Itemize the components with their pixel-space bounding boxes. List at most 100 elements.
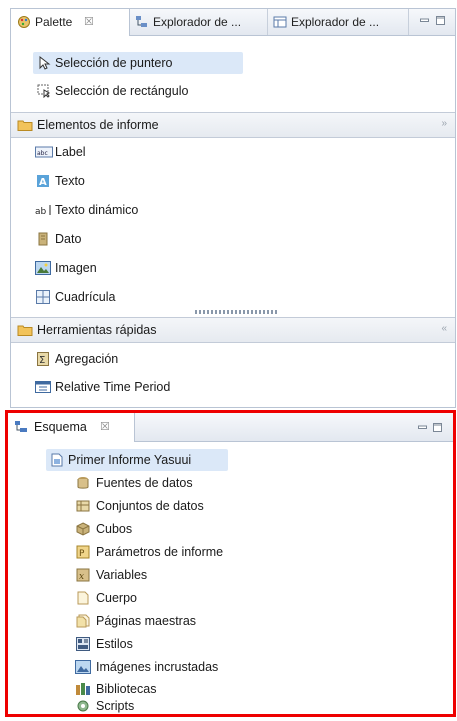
collapse-icon[interactable]: » <box>441 118 447 129</box>
outline-view: Esquema ☒ Primer Informe Yasuui Fuentes … <box>5 410 456 717</box>
tab-resource-explorer[interactable]: Explorador de ... <box>268 9 409 35</box>
palette-item-relative-time-period[interactable]: Relative Time Period <box>33 376 253 398</box>
tab-palette[interactable]: Palette ☒ <box>11 9 130 36</box>
data-sources-icon <box>76 476 90 490</box>
outline-item-scripts[interactable]: Scripts <box>74 698 274 714</box>
outline-root-label: Primer Informe Yasuui <box>68 453 192 467</box>
report-icon <box>50 453 64 467</box>
palette-item-text-label: Texto <box>55 174 85 188</box>
resize-handle[interactable] <box>195 310 279 314</box>
image-icon <box>35 261 51 275</box>
palette-item-dynamic-text[interactable]: ab Texto dinámico <box>33 199 233 221</box>
palette-item-image-label: Imagen <box>55 261 97 275</box>
palette-item-label[interactable]: abc Label <box>33 141 233 163</box>
tab-outline[interactable]: Esquema ☒ <box>8 413 135 442</box>
label-icon: abc <box>35 145 53 159</box>
section-report-items[interactable]: Elementos de informe » <box>11 112 455 138</box>
outline-item-styles[interactable]: Estilos <box>74 633 274 655</box>
outline-item-data-sources[interactable]: Fuentes de datos <box>74 472 274 494</box>
palette-item-data[interactable]: Dato <box>33 228 233 250</box>
palette-item-label-text: Label <box>55 145 86 159</box>
folder-icon <box>17 118 33 132</box>
outline-item-embedded-images[interactable]: Imágenes incrustadas <box>74 656 294 678</box>
outline-item-label: Cubos <box>96 522 133 536</box>
outline-tab-bar: Esquema ☒ <box>8 413 453 442</box>
outline-item-label: Estilos <box>96 637 133 651</box>
palette-item-relative-time-label: Relative Time Period <box>55 380 171 394</box>
collapse-icon[interactable]: « <box>441 323 447 334</box>
scripts-icon <box>76 699 90 713</box>
svg-text:x: x <box>79 572 84 582</box>
time-period-icon <box>35 380 51 394</box>
section-report-items-title: Elementos de informe <box>37 118 159 132</box>
tab-resource-explorer-label: Explorador de ... <box>291 15 380 29</box>
body-icon <box>77 591 89 605</box>
variables-icon: x <box>76 568 90 582</box>
maximize-icon[interactable] <box>433 421 442 432</box>
tool-pointer-label: Selección de puntero <box>55 56 173 70</box>
pointer-icon <box>37 56 51 70</box>
maximize-icon[interactable] <box>436 14 445 25</box>
dynamic-text-icon: ab <box>35 204 53 216</box>
palette-item-aggregation-label: Agregación <box>55 352 119 366</box>
explorer-icon <box>135 15 149 29</box>
svg-text:P: P <box>79 549 85 559</box>
outline-item-label: Cuerpo <box>96 591 137 605</box>
text-icon: A <box>36 174 50 188</box>
palette-item-image[interactable]: Imagen <box>33 257 233 279</box>
svg-text:A: A <box>39 177 47 188</box>
palette-item-grid[interactable]: Cuadrícula <box>33 286 233 308</box>
folder-icon <box>17 323 33 337</box>
tool-rectangle-selection[interactable]: Selección de rectángulo <box>33 80 253 102</box>
cubes-icon <box>76 522 90 536</box>
tab-palette-label: Palette <box>35 15 73 29</box>
outline-item-data-sets[interactable]: Conjuntos de datos <box>74 495 274 517</box>
outline-item-label: Imágenes incrustadas <box>96 660 219 674</box>
parameters-icon: P <box>76 545 90 559</box>
outline-icon <box>14 420 28 434</box>
outline-item-label: Fuentes de datos <box>96 476 193 490</box>
minimize-icon[interactable] <box>418 421 427 430</box>
tab-data-explorer[interactable]: Explorador de ... <box>130 9 268 35</box>
tab-outline-label: Esquema <box>34 420 87 434</box>
outline-item-report-parameters[interactable]: P Parámetros de informe <box>74 541 294 563</box>
embedded-images-icon <box>75 660 91 674</box>
tab-palette-close[interactable]: ☒ <box>84 9 94 35</box>
svg-text:ab: ab <box>35 207 47 216</box>
outline-item-label: Parámetros de informe <box>96 545 224 559</box>
outline-item-libraries[interactable]: Bibliotecas <box>74 678 274 700</box>
palette-item-aggregation[interactable]: Σ Agregación <box>33 348 233 370</box>
data-icon <box>38 232 48 246</box>
styles-icon <box>76 637 90 651</box>
section-quick-tools-title: Herramientas rápidas <box>37 323 157 337</box>
section-quick-tools[interactable]: Herramientas rápidas « <box>11 317 455 343</box>
master-pages-icon <box>76 614 90 628</box>
outline-item-label: Variables <box>96 568 148 582</box>
outline-item-master-pages[interactable]: Páginas maestras <box>74 610 274 632</box>
rectangle-select-icon <box>37 84 51 98</box>
palette-item-dynamic-text-label: Texto dinámico <box>55 203 139 217</box>
palette-item-data-label: Dato <box>55 232 82 246</box>
palette-view: Palette ☒ Explorador de ... Explorador d… <box>10 8 456 408</box>
outline-item-variables[interactable]: x Variables <box>74 564 274 586</box>
outline-item-label: Bibliotecas <box>96 682 157 696</box>
outline-root-report[interactable]: Primer Informe Yasuui <box>46 449 228 471</box>
outline-item-label: Páginas maestras <box>96 614 197 628</box>
tab-outline-close[interactable]: ☒ <box>100 413 110 442</box>
tool-pointer-selection[interactable]: Selección de puntero <box>33 52 243 74</box>
grid-icon <box>36 290 50 304</box>
svg-text:abc: abc <box>37 150 48 157</box>
palette-item-text[interactable]: A Texto <box>33 170 233 192</box>
outline-item-label: Scripts <box>96 699 135 713</box>
palette-tab-bar: Palette ☒ Explorador de ... Explorador d… <box>11 9 455 36</box>
outline-item-label: Conjuntos de datos <box>96 499 204 513</box>
minimize-icon[interactable] <box>420 14 429 23</box>
palette-icon <box>17 15 31 29</box>
tool-rectangle-label: Selección de rectángulo <box>55 84 189 98</box>
libraries-icon <box>75 682 91 696</box>
svg-text:Σ: Σ <box>39 355 45 366</box>
outline-item-body[interactable]: Cuerpo <box>74 587 274 609</box>
outline-item-cubes[interactable]: Cubos <box>74 518 274 540</box>
data-sets-icon <box>76 499 90 513</box>
explorer-icon <box>273 15 287 29</box>
